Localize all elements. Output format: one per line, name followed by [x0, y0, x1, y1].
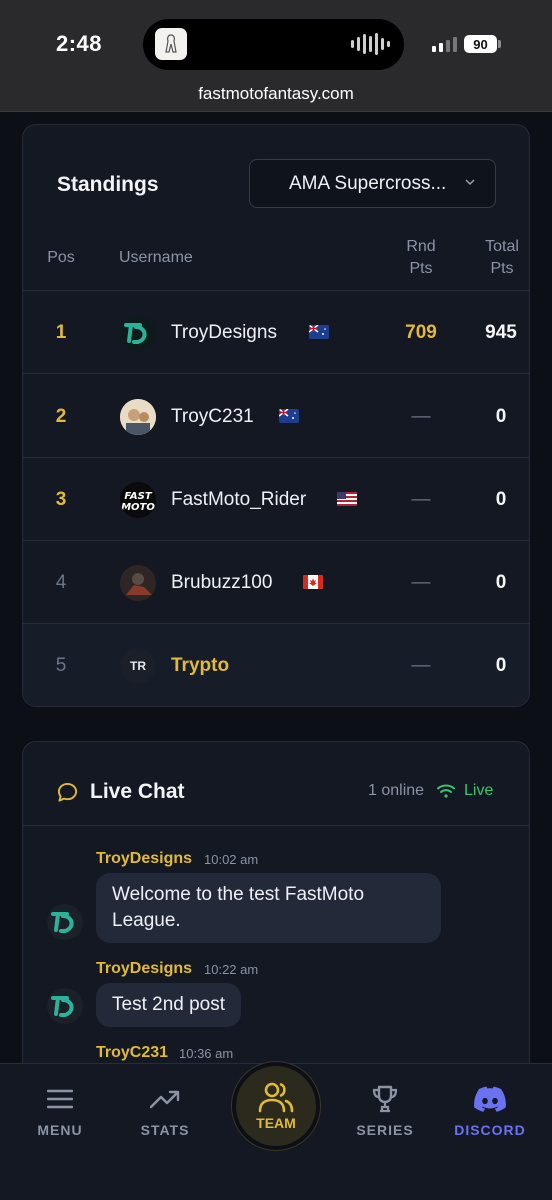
avatar: TR: [120, 648, 156, 684]
cell-signal-icon: [432, 36, 457, 52]
row-username[interactable]: FastMoto_Rider: [171, 458, 306, 541]
series-dropdown[interactable]: AMA Supercross...: [249, 159, 496, 208]
nav-stats[interactable]: STATS: [115, 1064, 215, 1164]
svg-text:MOTO: MOTO: [121, 502, 155, 513]
message-time: 10:02 am: [204, 852, 259, 867]
row-pos: 4: [55, 572, 67, 593]
battery-indicator: 90: [464, 35, 497, 53]
nav-series-label: SERIES: [356, 1122, 414, 1138]
message-author[interactable]: TroyDesigns: [96, 850, 192, 868]
trending-up-icon: [150, 1090, 180, 1109]
row-pos: 1: [55, 322, 67, 343]
chat-bubble-icon: [57, 782, 78, 802]
row-rnd-pts: —: [411, 489, 431, 510]
online-count: 1 online: [368, 782, 425, 799]
standings-header: Pos Username Rnd Pts Total Pts: [23, 225, 529, 291]
column-total-pts-line2: Pts: [490, 260, 514, 277]
column-total-pts[interactable]: Total Pts: [473, 236, 529, 280]
row-rnd-pts: 709: [405, 322, 437, 343]
nav-discord-label: DISCORD: [454, 1122, 526, 1138]
row-username[interactable]: TroyDesigns: [171, 291, 277, 374]
row-rnd-pts: —: [411, 655, 431, 676]
row-total-pts: 0: [495, 406, 507, 427]
message-author[interactable]: TroyDesigns: [96, 960, 192, 978]
australia-flag-icon: [279, 409, 299, 423]
now-playing-app-icon: [155, 28, 187, 60]
avatar: [120, 399, 156, 435]
column-rnd-pts-line1: Rnd: [406, 238, 436, 255]
row-rnd-pts: —: [411, 572, 431, 593]
column-total-pts-line1: Total: [485, 238, 519, 255]
chat-header: Live Chat 1 online Live: [23, 742, 529, 826]
column-rnd-pts[interactable]: Rnd Pts: [396, 236, 446, 280]
message-time: 10:36 am: [179, 1046, 234, 1061]
avatar: [120, 565, 156, 601]
chat-title: Live Chat: [90, 780, 185, 803]
nav-menu[interactable]: MENU: [10, 1064, 110, 1164]
users-icon: [258, 1082, 294, 1113]
avatar: FAST MOTO: [120, 482, 156, 518]
row-rnd-pts: —: [411, 406, 431, 427]
nav-team-label: TEAM: [256, 1115, 296, 1131]
avatar: [120, 315, 156, 351]
table-row[interactable]: 4 Brubuzz100 — 0: [23, 541, 529, 624]
dynamic-island: [143, 19, 404, 70]
row-total-pts: 0: [495, 655, 507, 676]
clock: 2:48: [56, 31, 103, 56]
bottom-nav: MENU STATS TEAM SERIES DISCORD: [0, 1062, 552, 1200]
nav-team[interactable]: TEAM: [232, 1062, 320, 1150]
series-dropdown-value: AMA Supercross...: [289, 172, 447, 194]
chevron-down-icon: [465, 179, 475, 186]
row-username[interactable]: Brubuzz100: [171, 541, 272, 624]
live-status: Live: [464, 782, 494, 799]
row-total-pts: 945: [485, 322, 517, 343]
column-rnd-pts-line2: Pts: [409, 260, 433, 277]
live-chat-card: Live Chat 1 online Live TroyDesigns 10:0…: [22, 741, 530, 1081]
table-row[interactable]: 2 TroyC231 — 0: [23, 375, 529, 458]
discord-icon: [474, 1086, 506, 1112]
battery-tip: [498, 40, 501, 48]
usa-flag-icon: [337, 492, 357, 506]
table-row[interactable]: 1 TroyDesigns 709 945: [23, 291, 529, 374]
nav-menu-label: MENU: [37, 1122, 83, 1138]
row-username[interactable]: Trypto: [171, 624, 229, 706]
column-pos[interactable]: Pos: [45, 247, 77, 269]
canada-flag-icon: [303, 575, 323, 589]
status-bar: 2:48 90 fastmotofantasy.com: [0, 0, 552, 112]
nav-stats-label: STATS: [140, 1122, 190, 1138]
standings-card: Standings AMA Supercross... Pos Username…: [22, 124, 530, 707]
nav-series[interactable]: SERIES: [335, 1064, 435, 1164]
message-time: 10:22 am: [204, 962, 259, 977]
audio-wave-icon: [351, 33, 390, 55]
row-username[interactable]: TroyC231: [171, 375, 254, 458]
column-username[interactable]: Username: [119, 247, 193, 269]
row-total-pts: 0: [495, 572, 507, 593]
row-pos: 5: [55, 655, 67, 676]
message-bubble: Welcome to the test FastMoto League.: [96, 873, 441, 943]
row-pos: 3: [55, 489, 67, 510]
trophy-icon: [372, 1085, 398, 1113]
menu-icon: [47, 1089, 73, 1109]
wifi-icon: [437, 784, 455, 798]
table-row[interactable]: 3 FAST MOTO FastMoto_Rider — 0: [23, 458, 529, 541]
australia-flag-icon: [309, 325, 329, 339]
browser-url[interactable]: fastmotofantasy.com: [0, 84, 552, 104]
standings-title: Standings: [57, 173, 159, 196]
nav-discord[interactable]: DISCORD: [440, 1064, 540, 1164]
table-row[interactable]: 5 TR Trypto — 0: [23, 624, 529, 706]
chat-avatar[interactable]: [47, 988, 83, 1024]
svg-text:FAST: FAST: [124, 491, 152, 502]
chat-avatar[interactable]: [47, 904, 83, 940]
row-total-pts: 0: [495, 489, 507, 510]
message-author[interactable]: TroyC231: [96, 1044, 168, 1062]
row-pos: 2: [55, 406, 67, 427]
message-bubble: Test 2nd post: [96, 983, 242, 1027]
